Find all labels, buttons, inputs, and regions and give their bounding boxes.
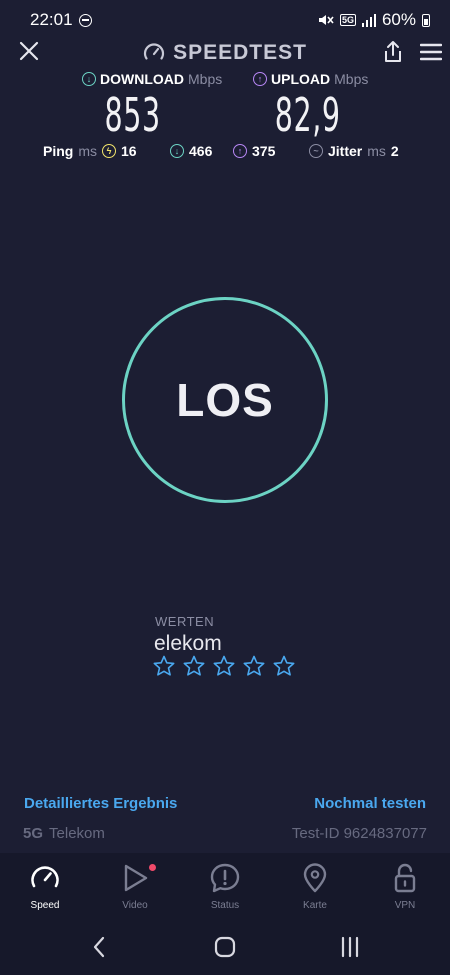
ping-stat: Ping ms ϟ 16	[43, 143, 137, 159]
home-icon[interactable]	[214, 936, 236, 958]
status-bar: 22:01 5G 60%	[0, 0, 450, 40]
upload-value: 82,9	[274, 88, 341, 142]
ping-value: 16	[121, 143, 137, 159]
upload-unit: Mbps	[334, 71, 369, 87]
upload-header: ↑ UPLOAD Mbps	[253, 70, 368, 88]
start-test-label: LOS	[176, 374, 274, 426]
play-icon	[124, 864, 148, 892]
download-unit: Mbps	[188, 71, 223, 87]
close-icon[interactable]	[18, 40, 40, 62]
rate-provider: elekom	[154, 632, 222, 655]
nav-vpn-label: VPN	[394, 900, 416, 911]
network-badge: 5G	[339, 14, 356, 26]
app-header: SPEEDTEST	[0, 40, 450, 66]
bottom-navigation: Speed Video Status Karte VPN	[0, 853, 450, 916]
speedometer-icon	[31, 866, 59, 888]
jitter-label: Jitter	[328, 143, 363, 159]
carrier-info: 5G Telekom	[23, 825, 105, 842]
download-latency-icon: ↓	[170, 144, 184, 158]
nav-vpn[interactable]: VPN	[360, 853, 450, 916]
upload-latency-stat: ↑ 375	[233, 143, 275, 159]
retest-link[interactable]: Nochmal testen	[314, 795, 426, 812]
detailed-result-link[interactable]: Detailliertes Ergebnis	[24, 795, 177, 812]
upload-label: UPLOAD	[271, 71, 331, 87]
menu-icon[interactable]	[420, 42, 442, 62]
do-not-disturb-icon	[78, 13, 92, 27]
nav-video[interactable]: Video	[90, 853, 180, 916]
speedometer-logo-icon	[143, 43, 165, 60]
map-pin-icon	[303, 863, 327, 893]
star-icon[interactable]	[152, 654, 176, 678]
rating-stars	[152, 654, 296, 678]
status-time: 22:01	[30, 10, 73, 29]
download-header: ↓ DOWNLOAD Mbps	[82, 70, 222, 88]
network-generation: 5G	[23, 825, 44, 842]
carrier-name: Telekom	[49, 825, 105, 842]
jitter-wave-icon: ~	[309, 144, 323, 158]
brand-logo: SPEEDTEST	[143, 41, 307, 65]
nav-speed[interactable]: Speed	[0, 853, 90, 916]
upload-latency-value: 375	[252, 143, 276, 159]
upload-latency-icon: ↑	[233, 144, 247, 158]
jitter-value: 2	[390, 143, 399, 159]
test-id: Test-ID 9624837077	[291, 825, 427, 842]
alert-icon	[210, 863, 240, 893]
notification-badge	[149, 864, 156, 871]
upload-arrow-icon: ↑	[253, 72, 267, 86]
back-icon[interactable]	[92, 936, 106, 958]
unlock-icon	[394, 863, 416, 893]
latency-stats: Ping ms ϟ 16 ↓ 466 ↑ 375 ~ Jitter ms 2	[0, 143, 450, 163]
nav-speed-label: Speed	[30, 900, 60, 911]
ping-unit: ms	[78, 143, 98, 159]
jitter-stat: ~ Jitter ms 2	[309, 143, 399, 159]
nav-status[interactable]: Status	[180, 853, 270, 916]
star-icon[interactable]	[212, 654, 236, 678]
download-value: 853	[104, 88, 161, 142]
nav-video-label: Video	[122, 900, 148, 911]
nav-map[interactable]: Karte	[270, 853, 360, 916]
battery-percent: 60%	[381, 10, 416, 29]
star-icon[interactable]	[242, 654, 266, 678]
ping-bolt-icon: ϟ	[102, 144, 117, 158]
nav-status-label: Status	[210, 900, 240, 911]
download-latency-stat: ↓ 466	[170, 143, 212, 159]
rate-label: WERTEN	[155, 614, 215, 629]
brand-title: SPEEDTEST	[173, 41, 307, 64]
signal-icon	[361, 13, 376, 27]
download-arrow-icon: ↓	[82, 72, 96, 86]
share-icon[interactable]	[382, 40, 404, 64]
star-icon[interactable]	[272, 654, 296, 678]
star-icon[interactable]	[182, 654, 206, 678]
battery-icon	[422, 13, 430, 27]
download-latency-value: 466	[189, 143, 213, 159]
system-navigation-bar	[0, 916, 450, 975]
ping-label: Ping	[43, 143, 74, 159]
nav-map-label: Karte	[303, 900, 327, 911]
recent-apps-icon[interactable]	[340, 936, 360, 958]
download-label: DOWNLOAD	[100, 71, 184, 87]
start-test-button[interactable]: LOS	[122, 297, 328, 503]
jitter-unit: ms	[367, 143, 386, 159]
mute-icon	[318, 15, 334, 25]
